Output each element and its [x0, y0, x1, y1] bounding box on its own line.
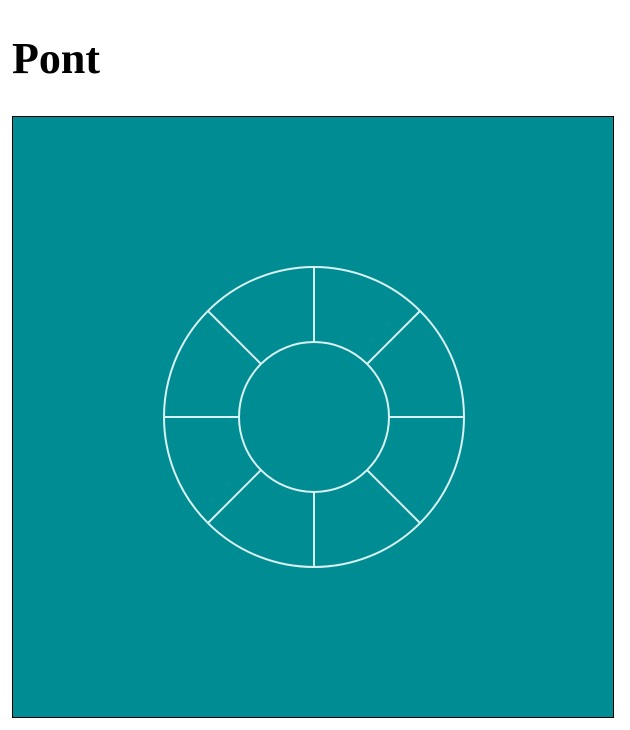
ring-diagram — [163, 266, 465, 568]
segment-divider-top-left — [207, 310, 262, 365]
segment-divider-bottom-right — [366, 469, 421, 524]
page-title: Pont — [12, 34, 100, 83]
inner-circle — [238, 341, 390, 493]
drawing-canvas — [12, 116, 614, 718]
segment-divider-bottom-left — [207, 469, 262, 524]
segment-divider-top-right — [366, 310, 421, 365]
